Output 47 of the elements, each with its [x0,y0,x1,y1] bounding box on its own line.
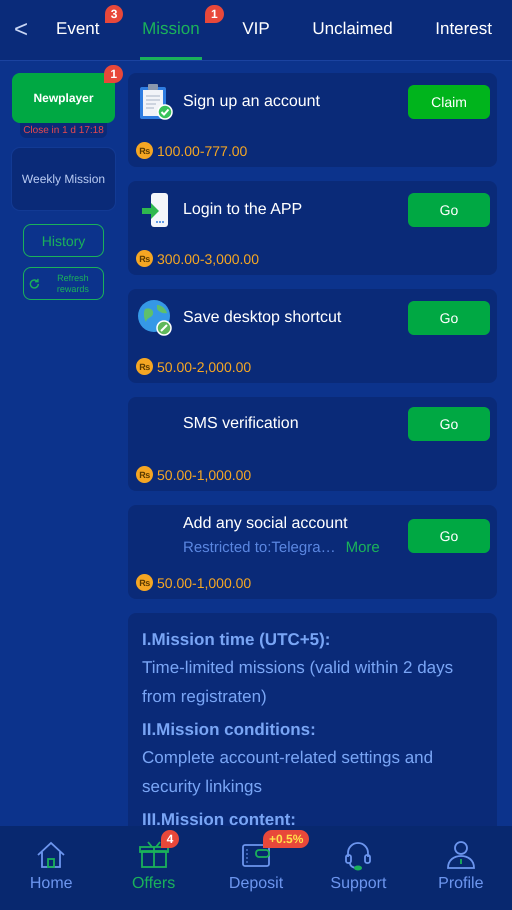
notification-badge: 1 [104,65,123,83]
mission-title: Save desktop shortcut [183,309,342,327]
category-button[interactable]: Weekly Mission [12,148,115,210]
history-button[interactable]: History [23,224,104,257]
notification-badge: +0.5% [263,830,310,848]
rules-text: Complete account-related settings and security linkings [142,747,434,798]
reward-amount: 50.00-1,000.00 [157,466,252,482]
notification-badge: 1 [205,5,224,23]
refresh-rewards-button[interactable]: Refresh rewards [23,267,104,300]
nav-tab[interactable]: Home [0,826,102,910]
reward-amount: 50.00-1,000.00 [157,574,252,590]
back-button[interactable]: < [0,16,40,44]
more-link[interactable]: More [346,539,380,556]
coin-icon: Rs [136,142,153,159]
mission-title: Add any social account [183,515,349,533]
countdown-text: Close in 1 d 17:18 [20,123,107,138]
notification-badge: 3 [104,5,124,23]
coin-icon: Rs [136,250,153,267]
globe-link-icon [136,299,174,337]
nav-tab[interactable]: 4 Offers [102,826,205,910]
reward-amount: 100.00-777.00 [157,142,248,158]
claim-button[interactable]: Claim [408,85,490,119]
go-button[interactable]: Go [408,193,490,227]
clipboard-check-icon [138,83,174,121]
coin-icon: Rs [136,466,153,483]
tab[interactable]: VIP [240,0,272,60]
rules-heading: II.Mission conditions: [142,719,317,741]
notification-badge: 4 [160,830,180,848]
go-button[interactable]: Go [408,407,490,441]
tab[interactable]: Interest [433,0,494,60]
go-button[interactable]: Go [408,518,490,552]
reward-amount: 300.00-3,000.00 [157,250,259,266]
rules-text: Time-limited missions (valid within 2 days from registraten) [142,657,454,708]
rules-heading: III.Mission content: [142,809,297,826]
mission-title: Sign up an account [183,93,321,111]
tab[interactable]: Unclaimed [310,0,395,60]
nav-tab[interactable]: Support [307,826,410,910]
rules-heading: I.Mission time (UTC+5): [142,629,332,651]
mission-title: SMS verification [183,415,300,433]
reward-amount: 50.00-2,000.00 [157,358,252,374]
mission-title: Login to the APP [183,201,304,219]
restriction-text: Restricted to:Telegra… [183,539,336,556]
nav-tab[interactable]: Profile [410,826,512,910]
nav-tab[interactable]: +0.5% Deposit [204,826,308,910]
go-button[interactable]: Go [408,301,490,335]
coin-icon: Rs [136,574,153,591]
coin-icon: Rs [136,358,153,375]
